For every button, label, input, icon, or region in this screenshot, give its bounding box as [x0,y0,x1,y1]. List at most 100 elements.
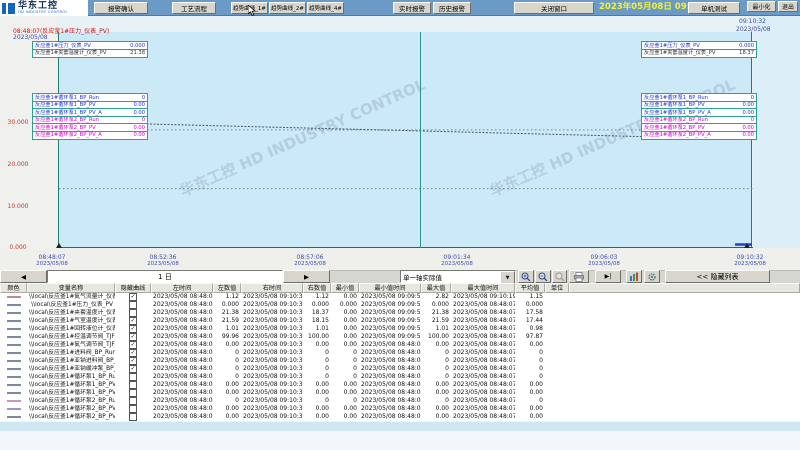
standalone-test-button[interactable]: 单机测试 [688,2,740,14]
x-tick-date: 2023/05/08 [734,261,766,268]
chart-cursor-line[interactable] [420,32,421,248]
table-row[interactable]: \\local\反应釜1#亚钠缓冲泵_BP_Run✓2023/05/08 08:… [0,365,800,373]
cell-min: 0 [331,349,359,357]
hide-curve-checkbox[interactable] [129,405,137,413]
axis-mode-select[interactable]: 单一轴实际值 ▼ [400,270,516,283]
hide-curve-checkbox[interactable]: ✓ [129,325,137,333]
table-row[interactable]: \\local\反应釜1#气室温度计_仪表_PV✓2023/05/08 08:4… [0,317,800,325]
cell-unit [545,325,569,333]
trend-curve-4-button[interactable]: 趋势曲线_4# [307,2,344,14]
exit-button[interactable]: 退出 [778,1,798,12]
table-row[interactable]: \\local\反应釜1#氮气流量计_仪表_PV✓2023/05/08 08:4… [0,293,800,301]
axis-end-marker [744,243,750,248]
y-tick-label: 0.000 [0,244,36,251]
print-button[interactable] [569,270,589,283]
zoom-in-button[interactable] [518,270,534,283]
column-header[interactable]: 最小值 [331,283,359,293]
cell-max_time: 2023/05/08 08:48:07 [451,389,515,397]
column-header[interactable]: 最大值时间 [451,283,515,293]
cell-max: 0 [421,373,451,381]
cell-filler [569,333,800,341]
realtime-alarm-button[interactable]: 实时报警 [393,2,431,14]
cell-right_value: 0.00 [303,341,331,349]
cell-min_time: 2023/05/08 08:48:07 [359,389,421,397]
cell-min: 0.00 [331,333,359,341]
column-header[interactable]: 隐藏曲线 [115,283,151,293]
hide-curve-checkbox[interactable] [129,389,137,397]
table-row[interactable]: \\local\反应釜1#氮气调节阀_TJF_KD_PV✓2023/05/08 … [0,341,800,349]
column-header[interactable]: 最小值时间 [359,283,421,293]
table-row[interactable]: \\local\反应釜1#进料阀_BP_Run✓2023/05/08 08:48… [0,349,800,357]
hide-curve-checkbox[interactable]: ✓ [129,357,137,365]
table-row[interactable]: \\local\反应釜1#夹套温度计_仪表_PV2023/05/08 08:48… [0,309,800,317]
right-margin [753,16,800,248]
table-row[interactable]: \\local\反应釜1#亚钠进料阀_BP_Run✓2023/05/08 08:… [0,357,800,365]
column-header[interactable]: 颜色 [0,283,27,293]
table-row[interactable]: \\local\反应釜1#循环泵1_BP_Run2023/05/08 08:48… [0,373,800,381]
column-header[interactable]: 左数值 [213,283,241,293]
hide-curve-checkbox[interactable] [129,413,137,421]
zoom-reset-button-disabled[interactable] [552,270,567,283]
scada-trend-window: 华东工控 HD INDUSTRY CONTROL 报警确认 工艺流程 趋势曲线_… [0,0,800,450]
trend-plot-area[interactable]: 华东工控 HD INDUSTRY CONTROL 华东工控 HD INDUSTR… [58,32,752,248]
column-header[interactable]: 单位 [545,283,569,293]
table-row[interactable]: \\local\反应釜1#压力_仪表_PV2023/05/08 08:48:07… [0,301,800,309]
curve-color-swatch [7,320,21,322]
hide-curve-checkbox[interactable]: ✓ [129,293,137,301]
hide-curve-checkbox[interactable]: ✓ [129,365,137,373]
process-flow-button[interactable]: 工艺流程 [172,2,216,14]
table-row[interactable]: \\local\反应釜1#循环泵1_BP_PV2023/05/08 08:48:… [0,381,800,389]
hide-curve-checkbox[interactable] [129,301,137,309]
hide-curve-checkbox[interactable]: ✓ [129,333,137,341]
hide-curve-checkbox[interactable]: ✓ [129,349,137,357]
minimize-button[interactable]: 最小化 [747,1,776,12]
column-header[interactable]: 右数值 [303,283,331,293]
trend-curve-2-button[interactable]: 趋势曲线_2# [269,2,306,14]
cell-max_time: 2023/05/08 08:48:07 [451,365,515,373]
cell-avg: 1.15 [515,293,545,301]
table-row[interactable]: \\local\反应釜1#循环泵2_BP_Run2023/05/08 08:48… [0,397,800,405]
time-span-scrollbar[interactable]: 1 日 [47,270,283,283]
zoom-out-button[interactable] [535,270,551,283]
scroll-left-button[interactable]: ◀ [0,270,47,283]
x-tick-label: 09:01:342023/05/08 [441,254,473,268]
column-header[interactable]: 右时间 [241,283,303,293]
settings-button[interactable] [644,270,660,283]
cell-min: 0.00 [331,413,359,421]
cell-left_value: 0.00 [213,381,241,389]
cell-right_value: 18.15 [303,317,331,325]
hide-curve-checkbox[interactable] [129,381,137,389]
cell-right_value: 1.01 [303,325,331,333]
table-row[interactable]: \\local\反应釜1#循环泵1_BP_PV_A2023/05/08 08:4… [0,389,800,397]
cell-avg: 0.00 [515,389,545,397]
table-row[interactable]: \\local\反应釜1#循环泵2_BP_PV_A2023/05/08 08:4… [0,413,800,421]
cell-min: 0.00 [331,293,359,301]
column-header[interactable]: 左时间 [151,283,213,293]
column-header[interactable]: 最大值 [421,283,451,293]
hide-curve-checkbox[interactable] [129,397,137,405]
table-row[interactable]: \\local\反应釜1#回转液位计_仪表_PV✓2023/05/08 08:4… [0,325,800,333]
close-window-button[interactable]: 关闭窗口 [514,2,594,14]
column-header[interactable]: 变量名称 [27,283,115,293]
hide-curve-checkbox[interactable] [129,373,137,381]
x-tick-time: 09:01:34 [441,254,473,261]
table-row[interactable]: \\local\反应釜1#循环泵2_BP_PV2023/05/08 08:48:… [0,405,800,413]
hide-curve-checkbox[interactable]: ✓ [129,341,137,349]
cell-min_time: 2023/05/08 08:48:07 [359,341,421,349]
cell-unit [545,389,569,397]
zoom-reset-icon [555,272,565,282]
cell-max: 0.00 [421,405,451,413]
scroll-right-button[interactable]: ▶ [283,270,330,283]
play-to-end-button[interactable]: ▶| [595,270,621,283]
y-tick-label: 20.000 [0,161,36,168]
hide-curve-checkbox[interactable]: ✓ [129,317,137,325]
cell-left_time: 2023/05/08 08:48:07 [151,301,213,309]
history-alarm-button[interactable]: 历史报警 [433,2,471,14]
hide-list-button[interactable]: << 隐藏列表 [665,270,770,283]
column-header[interactable]: 平均值 [515,283,545,293]
hide-curve-checkbox[interactable] [129,309,137,317]
export-data-button[interactable] [626,270,642,283]
table-row[interactable]: \\local\反应釜1#控温调节阀_TJF_KD_PV✓2023/05/08 … [0,333,800,341]
bottom-scroll-band[interactable] [0,422,800,431]
alarm-ack-button[interactable]: 报警确认 [94,2,148,14]
